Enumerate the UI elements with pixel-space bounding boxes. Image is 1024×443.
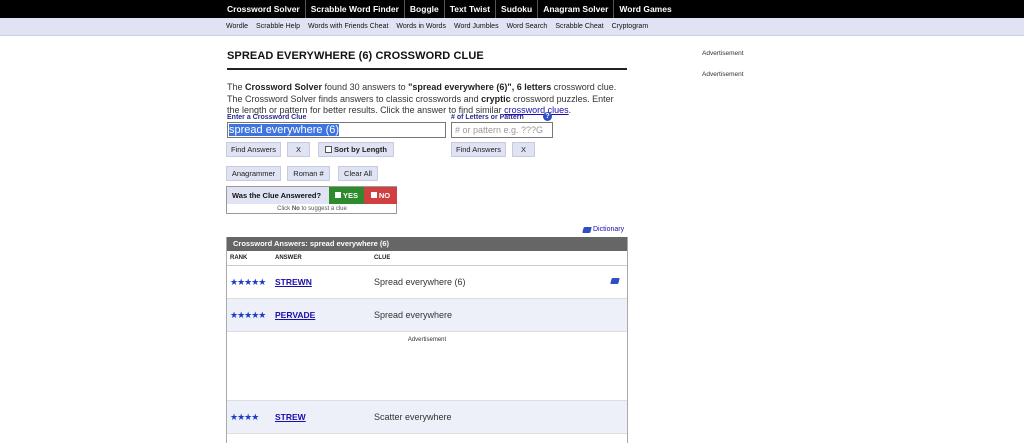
subnav-wordle[interactable]: Wordle [222,18,252,36]
check-icon [370,192,377,198]
subnav-scrabble-help[interactable]: Scrabble Help [252,18,304,36]
table-row: ★★★★★ PERVADE Spread everywhere [227,299,627,332]
book-icon[interactable] [610,278,620,284]
intro-text: The Crossword Solver found 30 answers to… [227,82,617,115]
dictionary-link[interactable]: Dictionary [582,226,624,233]
side-ad-label: Advertisement [702,71,744,78]
top-nav: Crossword Solver Scrabble Word Finder Bo… [0,0,1024,18]
checkbox-icon [325,146,333,153]
results-header: Crossword Answers: spread everywhere (6) [227,237,627,251]
subnav-words-with-friends[interactable]: Words with Friends Cheat [304,18,392,36]
clue-input-value: spread everywhere (6) [229,124,340,136]
subnav-words-in-words[interactable]: Words in Words [392,18,450,36]
page-title: SPREAD EVERYWHERE (6) CROSSWORD CLUE [227,50,627,70]
answer-link[interactable]: PERVADE [275,310,315,320]
no-button[interactable]: NO [364,187,397,204]
nav-anagram-solver[interactable]: Anagram Solver [538,0,615,18]
nav-crossword-solver[interactable]: Crossword Solver [222,0,306,18]
col-answer: ANSWER [275,255,302,261]
pattern-input[interactable]: # or pattern e.g. ???G [451,122,553,138]
clear-all-button[interactable]: Clear All [338,166,378,181]
nav-sudoku[interactable]: Sudoku [496,0,539,18]
clue-answered-question: Was the Clue Answered? [227,187,329,204]
clear-clue-button[interactable]: X [287,142,310,157]
suggest-hint: Click No to suggest a clue [277,206,347,212]
clue-answered-box: Was the Clue Answered? YES NO Click No t… [226,186,397,214]
clue-input[interactable]: spread everywhere (6) [227,122,446,138]
clue-text: Spread everywhere (6) [374,277,466,287]
main-content: SPREAD EVERYWHERE (6) CROSSWORD CLUE The… [227,50,627,117]
ad-label: Advertisement [407,337,447,343]
table-row: ★★★★ STREW Scatter everywhere [227,401,627,434]
sort-by-length-checkbox[interactable]: Sort by Length [318,142,394,157]
nav-boggle[interactable]: Boggle [405,0,445,18]
clear-pattern-button[interactable]: X [512,142,535,157]
subnav-scrabble-cheat[interactable]: Scrabble Cheat [551,18,607,36]
help-icon[interactable]: ? [543,112,552,121]
clue-label: Enter a Crossword Clue [227,114,307,121]
col-rank: RANK [230,255,248,261]
answer-link[interactable]: STREWN [275,277,312,287]
anagrammer-button[interactable]: Anagrammer [226,166,281,181]
pattern-label: # of Letters or Pattern [451,114,524,121]
subnav-word-jumbles[interactable]: Word Jumbles [450,18,503,36]
nav-scrabble-word-finder[interactable]: Scrabble Word Finder [306,0,405,18]
find-answers-button[interactable]: Find Answers [226,142,281,157]
nav-text-twist[interactable]: Text Twist [445,0,497,18]
roman-numeral-button[interactable]: Roman # [287,166,330,181]
pattern-placeholder: # or pattern e.g. ???G [455,125,544,135]
clue-text: Scatter everywhere [374,412,452,422]
subnav-word-search[interactable]: Word Search [503,18,552,36]
rating-stars: ★★★★ [230,412,259,422]
col-clue: CLUE [374,255,391,261]
book-icon [582,226,592,233]
answer-link[interactable]: STREW [275,412,306,422]
ad-row: Advertisement [227,332,627,401]
yes-button[interactable]: YES [329,187,364,204]
clue-text: Spread everywhere [374,310,453,320]
subnav-cryptogram[interactable]: Cryptogram [608,18,653,36]
table-row: ★★★★★ STREWN Spread everywhere (6) [227,266,627,299]
nav-word-games[interactable]: Word Games [614,0,676,18]
results-table: Crossword Answers: spread everywhere (6)… [226,237,628,443]
side-ad-label: Advertisement [702,50,744,57]
sub-nav: Wordle Scrabble Help Words with Friends … [0,18,1024,36]
rating-stars: ★★★★★ [230,277,266,287]
results-columns: RANK ANSWER CLUE [227,251,627,266]
find-answers-pattern-button[interactable]: Find Answers [451,142,506,157]
rating-stars: ★★★★★ [230,310,266,320]
check-icon [334,192,341,198]
